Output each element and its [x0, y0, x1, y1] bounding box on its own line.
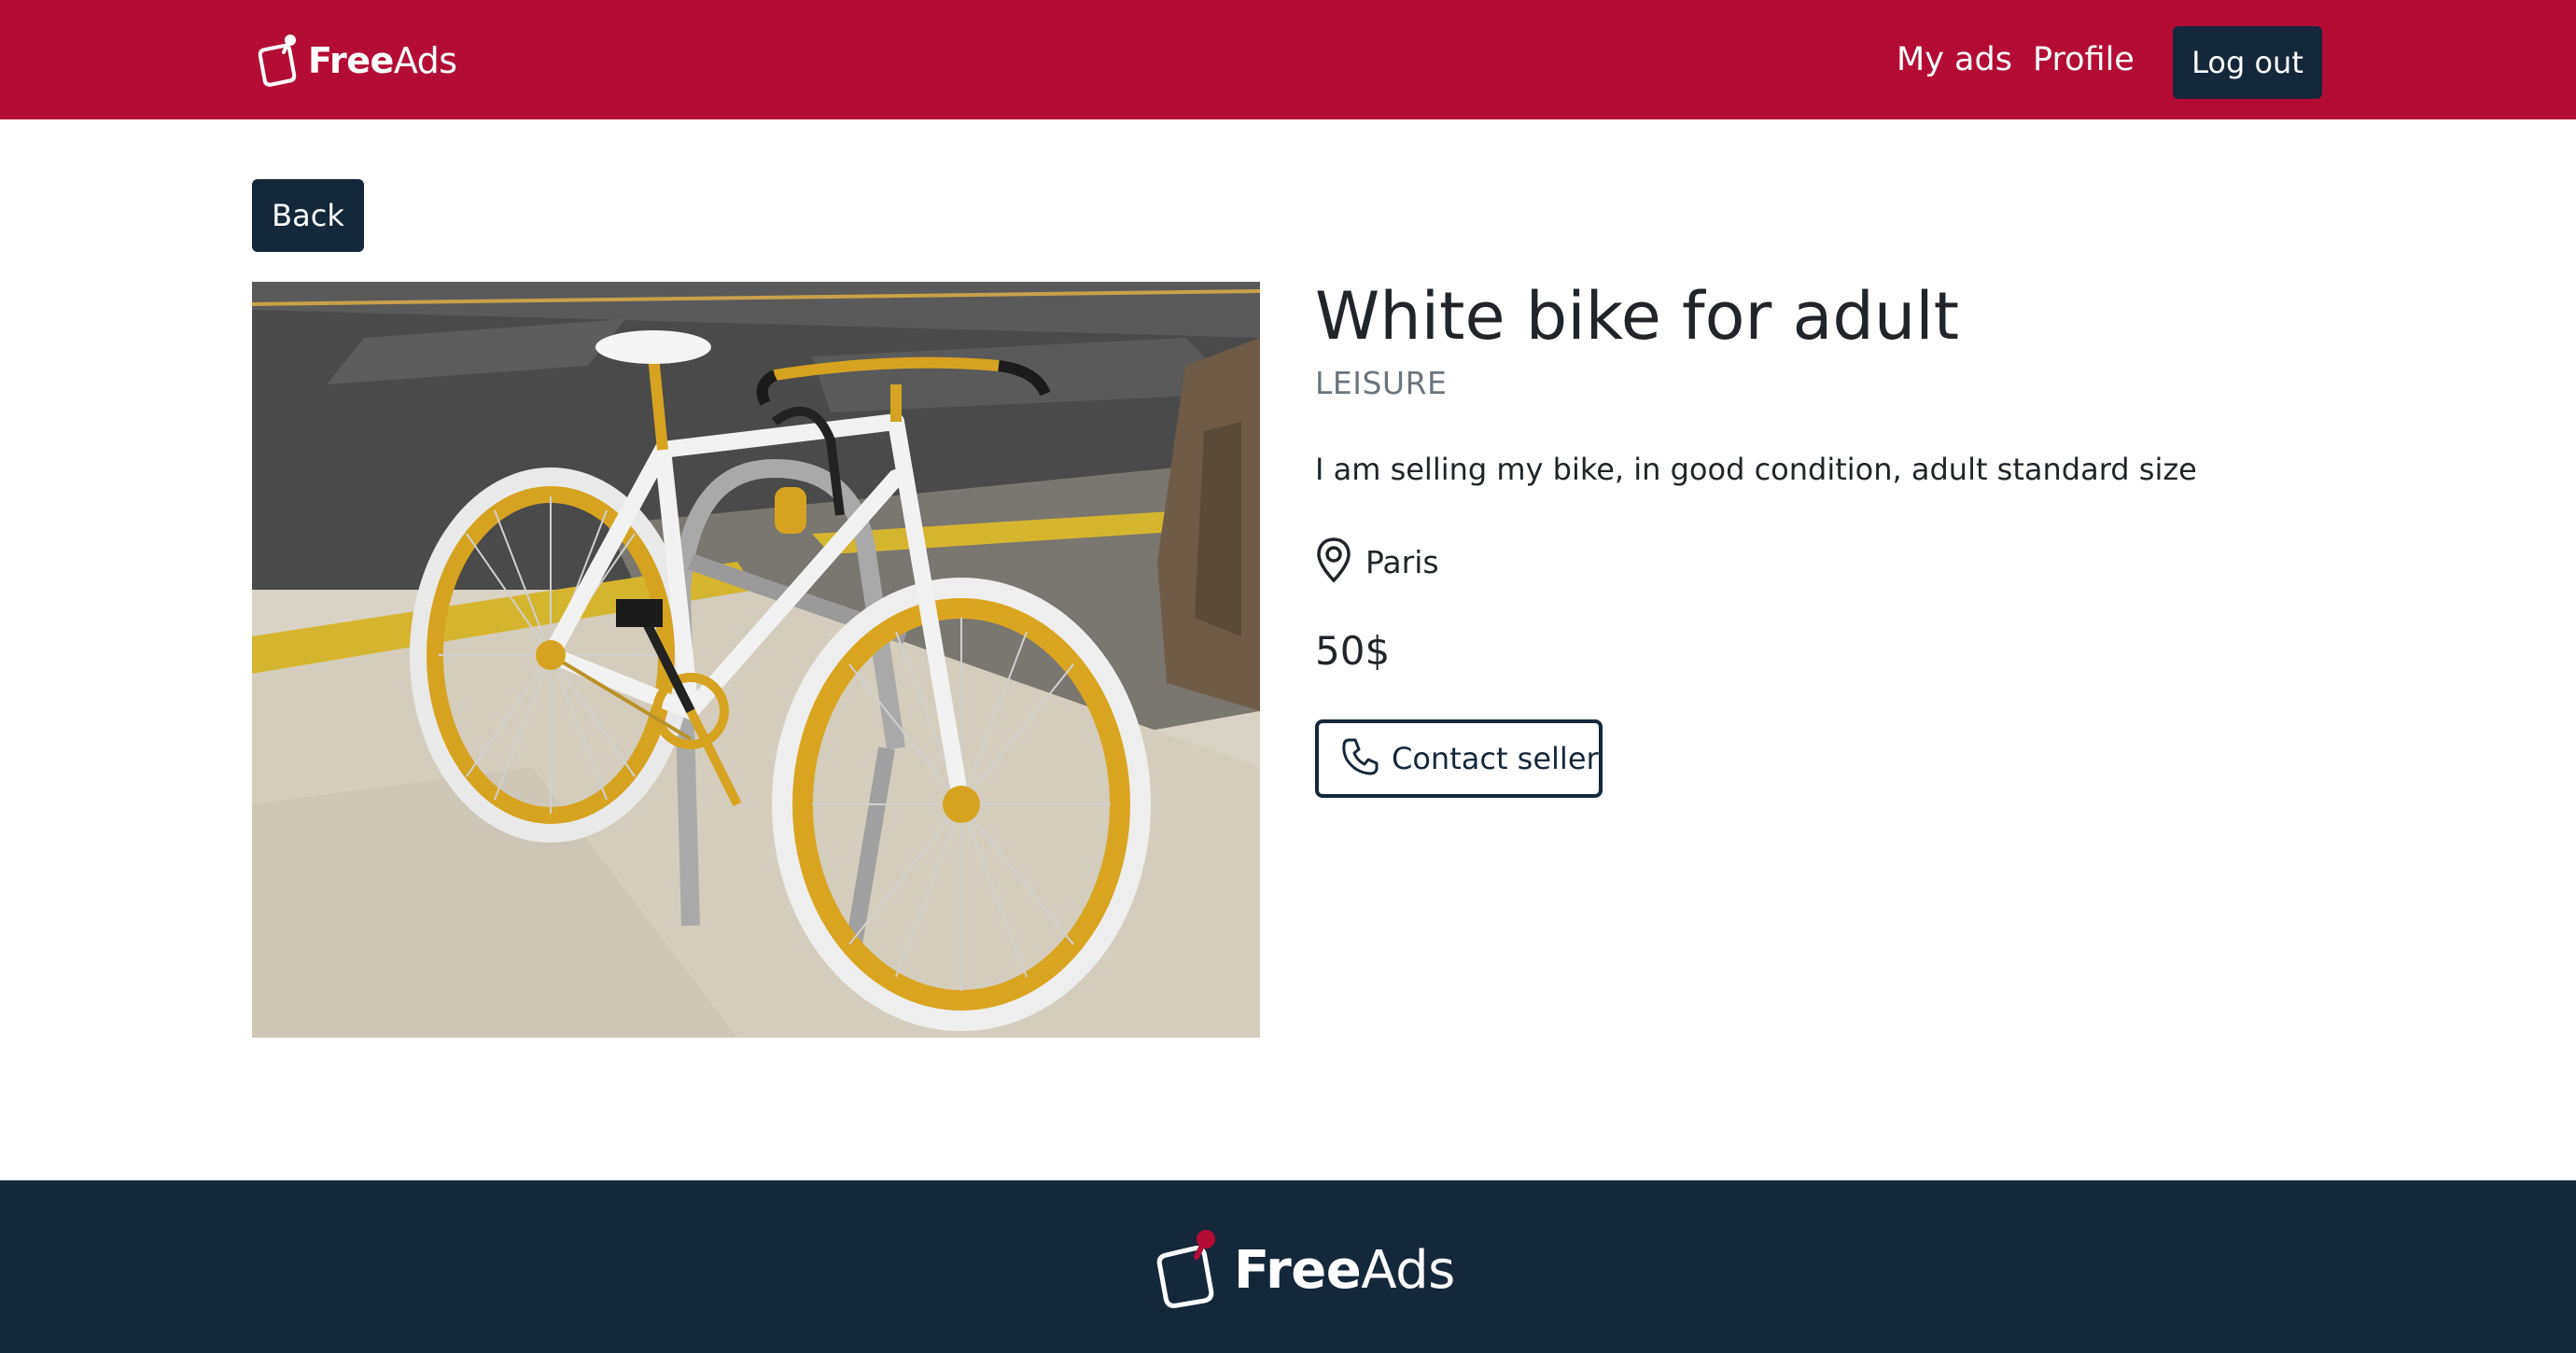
nav-link-profile[interactable]: Profile — [2033, 37, 2135, 82]
footer-brand-name-regular: Ads — [1361, 1240, 1455, 1301]
contact-seller-label: Contact seller — [1392, 741, 1599, 776]
brand-logo-link[interactable]: FreeAds — [256, 34, 457, 88]
footer: FreeAds — [0, 1180, 2576, 1353]
ad-photo — [252, 282, 1260, 1038]
nav-link-my-ads[interactable]: My ads — [1897, 37, 2012, 82]
footer-brand-name-bold: Free — [1234, 1240, 1362, 1301]
phone-icon — [1341, 737, 1379, 780]
logout-button[interactable]: Log out — [2173, 26, 2322, 99]
ad-description: I am selling my bike, in good condition,… — [1315, 452, 2197, 487]
pushpin-note-icon — [256, 34, 301, 88]
ad-category: LEISURE — [1315, 365, 1448, 401]
brand-name-regular: Ads — [393, 40, 457, 81]
ad-price: 50$ — [1315, 628, 1391, 674]
top-navbar: FreeAds My ads Profile Log out — [0, 0, 2576, 119]
contact-seller-button[interactable]: Contact seller — [1315, 719, 1603, 798]
footer-brand-name: FreeAds — [1234, 1245, 1455, 1297]
ad-location: Paris — [1315, 536, 1439, 588]
pushpin-note-icon — [1154, 1229, 1223, 1313]
footer-brand-logo: FreeAds — [1154, 1229, 1455, 1313]
brand-name-bold: Free — [308, 40, 394, 81]
back-button[interactable]: Back — [252, 179, 364, 252]
ad-location-text: Paris — [1365, 543, 1439, 580]
map-pin-icon — [1315, 537, 1352, 587]
ad-title: White bike for adult — [1315, 278, 1960, 355]
brand-name: FreeAds — [308, 43, 457, 78]
